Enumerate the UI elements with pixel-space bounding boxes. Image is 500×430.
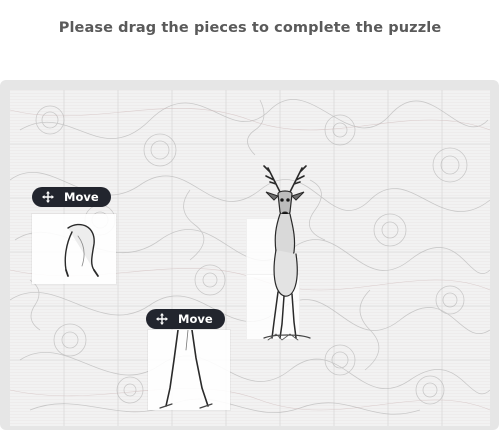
puzzle-piece-1[interactable] (32, 214, 116, 284)
move-label: Move (178, 312, 213, 326)
move-icon (156, 313, 168, 325)
drag-handle-piece-2[interactable]: Move (146, 309, 225, 329)
move-label: Move (64, 190, 99, 204)
puzzle-piece-2[interactable] (148, 329, 230, 410)
puzzle-board: Move Move (10, 90, 490, 426)
puzzle-instruction: Please drag the pieces to complete the p… (58, 20, 442, 36)
drag-handle-piece-1[interactable]: Move (32, 187, 111, 207)
deer-hindquarter-icon (64, 223, 99, 277)
move-icon (42, 191, 54, 203)
deer-illustration (263, 165, 311, 341)
deer-legs-icon (159, 329, 213, 409)
